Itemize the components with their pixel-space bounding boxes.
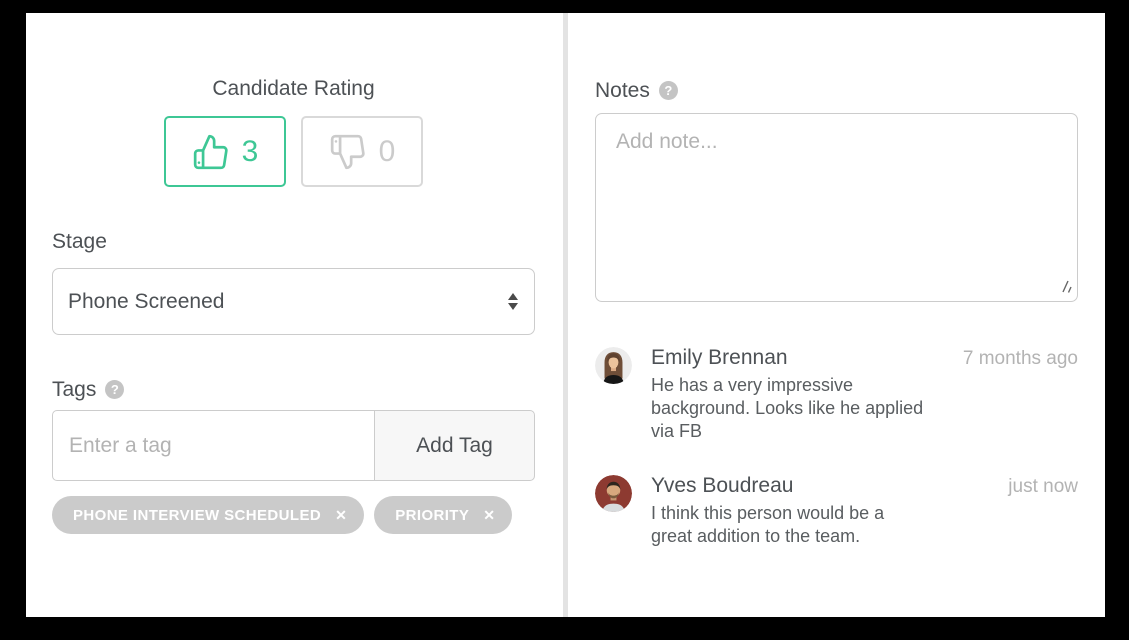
notes-panel: Notes ? Emily Bren — [568, 13, 1105, 617]
tag-pill-list: PHONE INTERVIEW SCHEDULED ✕ PRIORITY ✕ — [52, 496, 535, 534]
thumbs-up-count: 3 — [242, 137, 259, 167]
avatar — [595, 347, 632, 384]
tags-help-icon[interactable]: ? — [105, 380, 124, 399]
stage-label: Stage — [52, 228, 535, 255]
thumbs-up-button[interactable]: 3 — [164, 116, 286, 187]
add-tag-button[interactable]: Add Tag — [374, 410, 535, 481]
thumbs-up-icon — [192, 133, 230, 171]
resize-handle-icon[interactable] — [1060, 280, 1072, 293]
rating-buttons: 3 0 — [52, 116, 535, 187]
stage-select[interactable]: Phone Screened — [52, 268, 535, 335]
add-note-textarea[interactable] — [595, 113, 1078, 302]
tag-entry-row: Add Tag — [52, 410, 535, 481]
stage-label-text: Stage — [52, 228, 107, 255]
tags-label: Tags ? — [52, 376, 535, 403]
rating-stage-tags-panel: Candidate Rating 3 0 Stage Phone Scr — [26, 13, 563, 617]
remove-tag-icon[interactable]: ✕ — [335, 508, 347, 522]
tag-pill: PRIORITY ✕ — [374, 496, 512, 534]
note-header: Emily Brennan 7 months ago — [651, 345, 1078, 371]
remove-tag-icon[interactable]: ✕ — [483, 508, 495, 522]
tags-label-text: Tags — [52, 376, 96, 403]
note-editor — [595, 113, 1078, 302]
note-text: He has a very impressive background. Loo… — [651, 374, 966, 443]
note-text: I think this person would be a great add… — [651, 502, 966, 548]
stage-selected-value: Phone Screened — [68, 290, 224, 314]
candidate-rating-title: Candidate Rating — [52, 75, 535, 102]
tag-pill: PHONE INTERVIEW SCHEDULED ✕ — [52, 496, 364, 534]
tag-input[interactable] — [52, 410, 375, 481]
tag-pill-label: PHONE INTERVIEW SCHEDULED — [73, 507, 321, 524]
note-item: Emily Brennan 7 months ago He has a very… — [595, 345, 1078, 443]
notes-label: Notes ? — [595, 77, 1078, 104]
candidate-detail-frame: Candidate Rating 3 0 Stage Phone Scr — [26, 13, 1105, 617]
select-arrows-icon — [508, 293, 518, 310]
note-timestamp: just now — [1008, 476, 1078, 498]
tag-pill-label: PRIORITY — [395, 507, 469, 524]
thumbs-down-button[interactable]: 0 — [301, 116, 423, 187]
avatar — [595, 475, 632, 512]
note-header: Yves Boudreau just now — [651, 473, 1078, 499]
emily-avatar-image — [595, 347, 632, 384]
thumbs-down-count: 0 — [379, 137, 396, 167]
yves-avatar-image — [595, 475, 632, 512]
note-timestamp: 7 months ago — [963, 348, 1078, 370]
note-author: Emily Brennan — [651, 345, 788, 371]
note-author: Yves Boudreau — [651, 473, 793, 499]
notes-label-text: Notes — [595, 77, 650, 104]
thumbs-down-icon — [329, 133, 367, 171]
note-body: Yves Boudreau just now I think this pers… — [651, 473, 1078, 548]
notes-help-icon[interactable]: ? — [659, 81, 678, 100]
note-item: Yves Boudreau just now I think this pers… — [595, 473, 1078, 548]
note-body: Emily Brennan 7 months ago He has a very… — [651, 345, 1078, 443]
